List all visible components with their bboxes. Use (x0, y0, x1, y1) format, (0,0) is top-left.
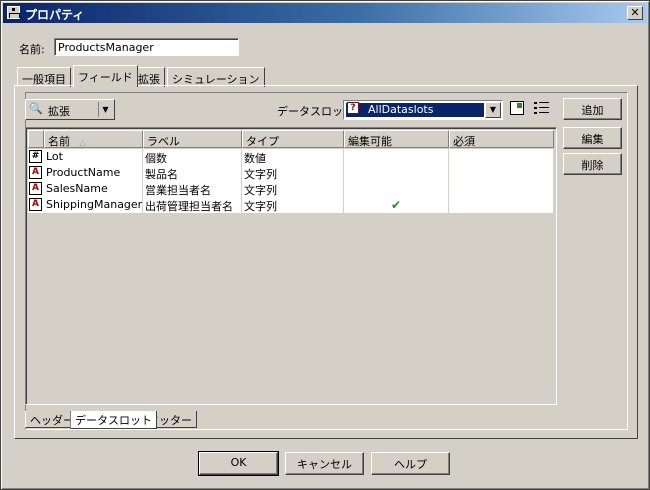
cancel-button[interactable]: キャンセル (285, 452, 364, 475)
cell-label[interactable]: 出荷管理担当者名 (143, 197, 242, 213)
cell-editable[interactable] (344, 149, 449, 165)
table-row[interactable]: A SalesName 営業担当者名 文字列 (28, 181, 553, 197)
cell-name[interactable]: Lot (44, 149, 143, 165)
cell-required[interactable] (449, 181, 553, 197)
close-button[interactable]: ✕ (627, 6, 643, 20)
cell-editable[interactable] (344, 165, 449, 181)
dataslot-dropdown[interactable]: AllDataslots ? ▼ (343, 100, 503, 120)
column-header-name[interactable]: 名前 △ (44, 130, 143, 148)
app-icon (7, 6, 20, 19)
cell-name[interactable]: ShippingManager... (44, 197, 143, 213)
cell-label[interactable]: 個数 (143, 149, 242, 165)
cell-name[interactable]: SalesName (44, 181, 143, 197)
tab-dataslot[interactable]: データスロット (70, 411, 157, 429)
sort-ascending-icon: △ (79, 138, 86, 147)
cell-label[interactable]: 製品名 (143, 165, 242, 181)
column-header-type[interactable]: タイプ (242, 130, 344, 148)
dataslot-dropdown-value: AllDataslots (346, 103, 484, 117)
edit-button[interactable]: 編集 (563, 127, 622, 149)
column-header-label: 名前 (48, 135, 70, 148)
question-icon: ? (347, 102, 359, 114)
title-bar[interactable]: プロパティ ✕ (3, 3, 647, 23)
add-button[interactable]: 追加 (563, 98, 622, 120)
filter-dropdown-label: 拡張 (48, 105, 70, 118)
fields-table: 名前 △ ラベル タイプ 編集可能 必須 # Lot 個数 数値 A Produ… (25, 127, 557, 405)
cell-required[interactable] (449, 165, 553, 181)
cell-editable[interactable] (344, 181, 449, 197)
chevron-down-icon: ▼ (485, 102, 501, 118)
tab-extension[interactable]: 拡張 (133, 67, 165, 87)
table-row[interactable]: A ShippingManager... 出荷管理担当者名 文字列 ✔ (28, 197, 553, 213)
column-header-required[interactable]: 必須 (449, 130, 554, 148)
string-type-icon: A (29, 182, 42, 195)
filter-dropdown[interactable]: 🔍 拡張 ▼ (25, 99, 115, 120)
string-type-icon: A (29, 198, 42, 211)
new-dataslot-icon[interactable] (510, 101, 524, 115)
name-input[interactable]: ProductsManager (54, 38, 239, 56)
table-row[interactable]: A ProductName 製品名 文字列 (28, 165, 553, 181)
table-row[interactable]: # Lot 個数 数値 (28, 149, 553, 165)
column-header-label-col[interactable]: ラベル (143, 130, 242, 148)
name-label: 名前: (19, 43, 45, 56)
string-type-icon: A (29, 166, 42, 179)
column-header-editable[interactable]: 編集可能 (344, 130, 449, 148)
list-view-icon[interactable] (534, 101, 550, 115)
cell-required[interactable] (449, 149, 553, 165)
ok-button[interactable]: OK (199, 452, 278, 475)
cell-type[interactable]: 文字列 (242, 181, 344, 197)
number-type-icon: # (29, 150, 42, 163)
help-button[interactable]: ヘルプ (371, 452, 450, 475)
tab-fields[interactable]: フィールド (73, 65, 138, 87)
delete-button[interactable]: 削除 (563, 153, 622, 175)
cell-editable[interactable]: ✔ (344, 197, 449, 213)
tab-simulation[interactable]: シミュレーション (167, 67, 265, 87)
cell-label[interactable]: 営業担当者名 (143, 181, 242, 197)
tab-general[interactable]: 一般項目 (17, 67, 71, 87)
cell-type[interactable]: 文字列 (242, 197, 344, 213)
chevron-down-icon: ▼ (98, 102, 112, 117)
window-title: プロパティ (25, 8, 85, 22)
cell-name[interactable]: ProductName (44, 165, 143, 181)
cell-type[interactable]: 数値 (242, 149, 344, 165)
magnifier-icon: 🔍 (29, 102, 43, 115)
cell-required[interactable] (449, 197, 553, 213)
properties-dialog: プロパティ ✕ 名前: ProductsManager 一般項目 フィールド 拡… (0, 0, 650, 490)
row-header-corner (28, 130, 44, 148)
cell-type[interactable]: 文字列 (242, 165, 344, 181)
